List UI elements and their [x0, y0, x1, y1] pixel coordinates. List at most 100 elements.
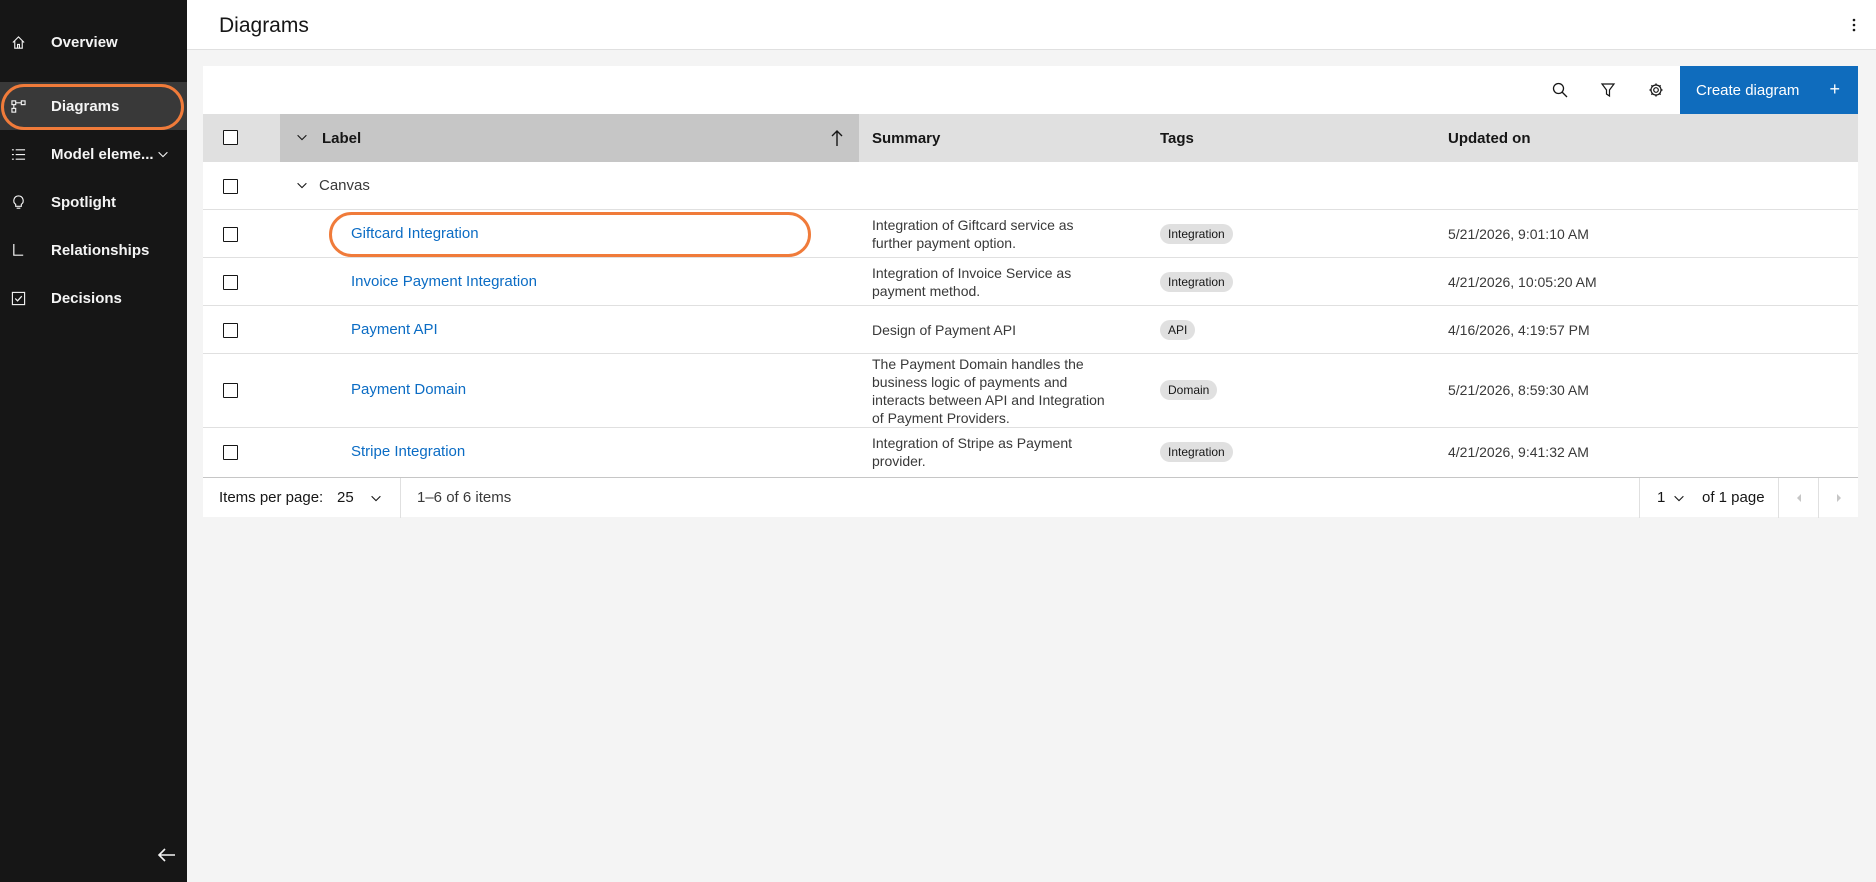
row-checkbox[interactable] — [223, 445, 238, 460]
updated-on: 5/21/2026, 9:01:10 AM — [1448, 226, 1589, 242]
create-diagram-button[interactable]: Create diagram + — [1680, 66, 1858, 114]
tag-badge: API — [1160, 320, 1196, 340]
settings-button[interactable] — [1632, 66, 1680, 114]
filter-icon — [1600, 83, 1616, 98]
diagram-icon — [11, 100, 26, 113]
home-icon — [12, 36, 25, 49]
filter-button[interactable] — [1584, 66, 1632, 114]
search-icon — [1552, 82, 1568, 98]
group-checkbox[interactable] — [223, 179, 238, 194]
page-select[interactable]: 1 — [1653, 478, 1693, 518]
summary: Integration of Stripe as Payment provide… — [872, 434, 1072, 470]
gear-icon — [1649, 83, 1663, 97]
table-row: Giftcard Integration Integration of Gift… — [203, 210, 1858, 258]
items-range: 1–6 of 6 items — [417, 489, 512, 506]
summary: Integration of Invoice Service as paymen… — [872, 264, 1071, 300]
table-toolbar: Create diagram + — [203, 66, 1858, 114]
sidebar-item-decisions[interactable]: Decisions — [0, 274, 187, 322]
collapse-arrow-icon[interactable] — [154, 842, 180, 868]
table-row: Stripe Integration Integration of Stripe… — [203, 428, 1858, 477]
caret-right-icon — [1837, 494, 1841, 502]
sidebar-item-label: Spotlight — [51, 193, 116, 211]
next-page-button[interactable] — [1819, 478, 1858, 518]
sidebar-item-diagrams[interactable]: Diagrams — [0, 82, 187, 130]
diagram-link[interactable]: Giftcard Integration — [351, 225, 479, 243]
column-header-updated[interactable]: Updated on — [1448, 114, 1531, 162]
sidebar-item-label: Model eleme... — [51, 145, 154, 163]
updated-on: 4/21/2026, 9:41:32 AM — [1448, 444, 1589, 460]
chevron-down-icon — [158, 151, 168, 158]
create-diagram-label: Create diagram — [1696, 81, 1800, 99]
select-all-checkbox[interactable] — [223, 130, 238, 145]
updated-on: 4/16/2026, 4:19:57 PM — [1448, 322, 1590, 338]
diagram-link[interactable]: Invoice Payment Integration — [351, 273, 537, 291]
tag-badge: Integration — [1160, 272, 1233, 292]
sidebar-item-relationships[interactable]: Relationships — [0, 226, 187, 274]
previous-page-button[interactable] — [1779, 478, 1818, 518]
updated-on: 5/21/2026, 8:59:30 AM — [1448, 382, 1589, 398]
summary-line: further payment option. — [872, 235, 1016, 251]
tag-badge: Domain — [1160, 380, 1218, 400]
chevron-down-icon[interactable] — [295, 130, 309, 144]
pagination: Items per page: 25 1–6 of 6 items 1 of 1… — [203, 477, 1858, 518]
label-header-sorted[interactable]: Label — [280, 114, 859, 162]
summary-line: Design of Payment API — [872, 322, 1016, 338]
divider — [400, 478, 401, 518]
diagrams-table: Create diagram + Label Summary Tags Upda… — [203, 66, 1858, 518]
sidebar-item-label: Overview — [51, 33, 118, 51]
lightbulb-icon — [13, 195, 24, 209]
sidebar: Overview Diagrams Model eleme... Spotlig… — [0, 0, 187, 882]
summary-line: interacts between API and Integration — [872, 392, 1105, 408]
chevron-down-icon[interactable] — [295, 178, 309, 192]
items-per-page-select[interactable]: 25 — [337, 478, 401, 518]
tag-badge: Integration — [1160, 442, 1233, 462]
table-row: Payment API Design of Payment API API 4/… — [203, 306, 1858, 354]
column-header-summary[interactable]: Summary — [872, 114, 940, 162]
summary-line: Integration of Invoice Service as — [872, 265, 1072, 281]
sidebar-item-label: Relationships — [51, 241, 150, 259]
chevron-down-icon — [1674, 495, 1684, 502]
sort-arrow-up-icon — [831, 130, 843, 146]
page-count: of 1 page — [1702, 489, 1765, 506]
list-icon — [11, 149, 26, 160]
tag-badge: Integration — [1160, 224, 1233, 244]
updated-on: 4/21/2026, 10:05:20 AM — [1448, 274, 1597, 290]
summary-line: business logic of payments and — [872, 374, 1068, 390]
summary: Design of Payment API — [872, 321, 1016, 339]
sidebar-item-spotlight[interactable]: Spotlight — [0, 178, 187, 226]
diagram-link[interactable]: Payment API — [351, 321, 438, 339]
sidebar-item-label: Decisions — [51, 289, 122, 307]
divider — [1639, 478, 1640, 518]
summary-line: payment method. — [872, 283, 981, 299]
sidebar-item-overview[interactable]: Overview — [0, 18, 187, 66]
items-per-page-label: Items per page: — [219, 489, 324, 506]
diagram-link[interactable]: Payment Domain — [351, 381, 466, 399]
overflow-menu-icon[interactable] — [1846, 15, 1862, 35]
sidebar-item-label: Diagrams — [51, 97, 120, 115]
page-value: 1 — [1657, 489, 1666, 506]
column-header-tags[interactable]: Tags — [1160, 114, 1194, 162]
table-row: Payment Domain The Payment Domain handle… — [203, 354, 1858, 428]
row-checkbox[interactable] — [223, 275, 238, 290]
summary: Integration of Giftcard service as furth… — [872, 216, 1074, 252]
table-header: Label Summary Tags Updated on — [203, 114, 1858, 162]
column-header-label: Label — [322, 129, 362, 147]
page-header: Diagrams — [187, 0, 1876, 50]
summary-line: Integration of Stripe as Payment — [872, 435, 1072, 451]
row-checkbox[interactable] — [223, 227, 238, 242]
summary-line: of Payment Providers. — [872, 410, 1010, 426]
row-checkbox[interactable] — [223, 323, 238, 338]
page-title: Diagrams — [219, 14, 309, 37]
relationship-icon — [13, 243, 24, 256]
summary-line: Integration of Giftcard service as — [872, 217, 1074, 233]
sidebar-item-model-elements[interactable]: Model eleme... — [0, 130, 187, 178]
caret-left-icon — [1797, 494, 1801, 502]
summary-line: provider. — [872, 453, 926, 469]
group-row-canvas: Canvas — [203, 162, 1858, 210]
plus-icon: + — [1829, 79, 1840, 99]
checkbox-icon — [11, 291, 26, 306]
diagram-link[interactable]: Stripe Integration — [351, 443, 465, 461]
row-checkbox[interactable] — [223, 383, 238, 398]
group-label: Canvas — [319, 177, 370, 194]
search-button[interactable] — [1536, 66, 1584, 114]
